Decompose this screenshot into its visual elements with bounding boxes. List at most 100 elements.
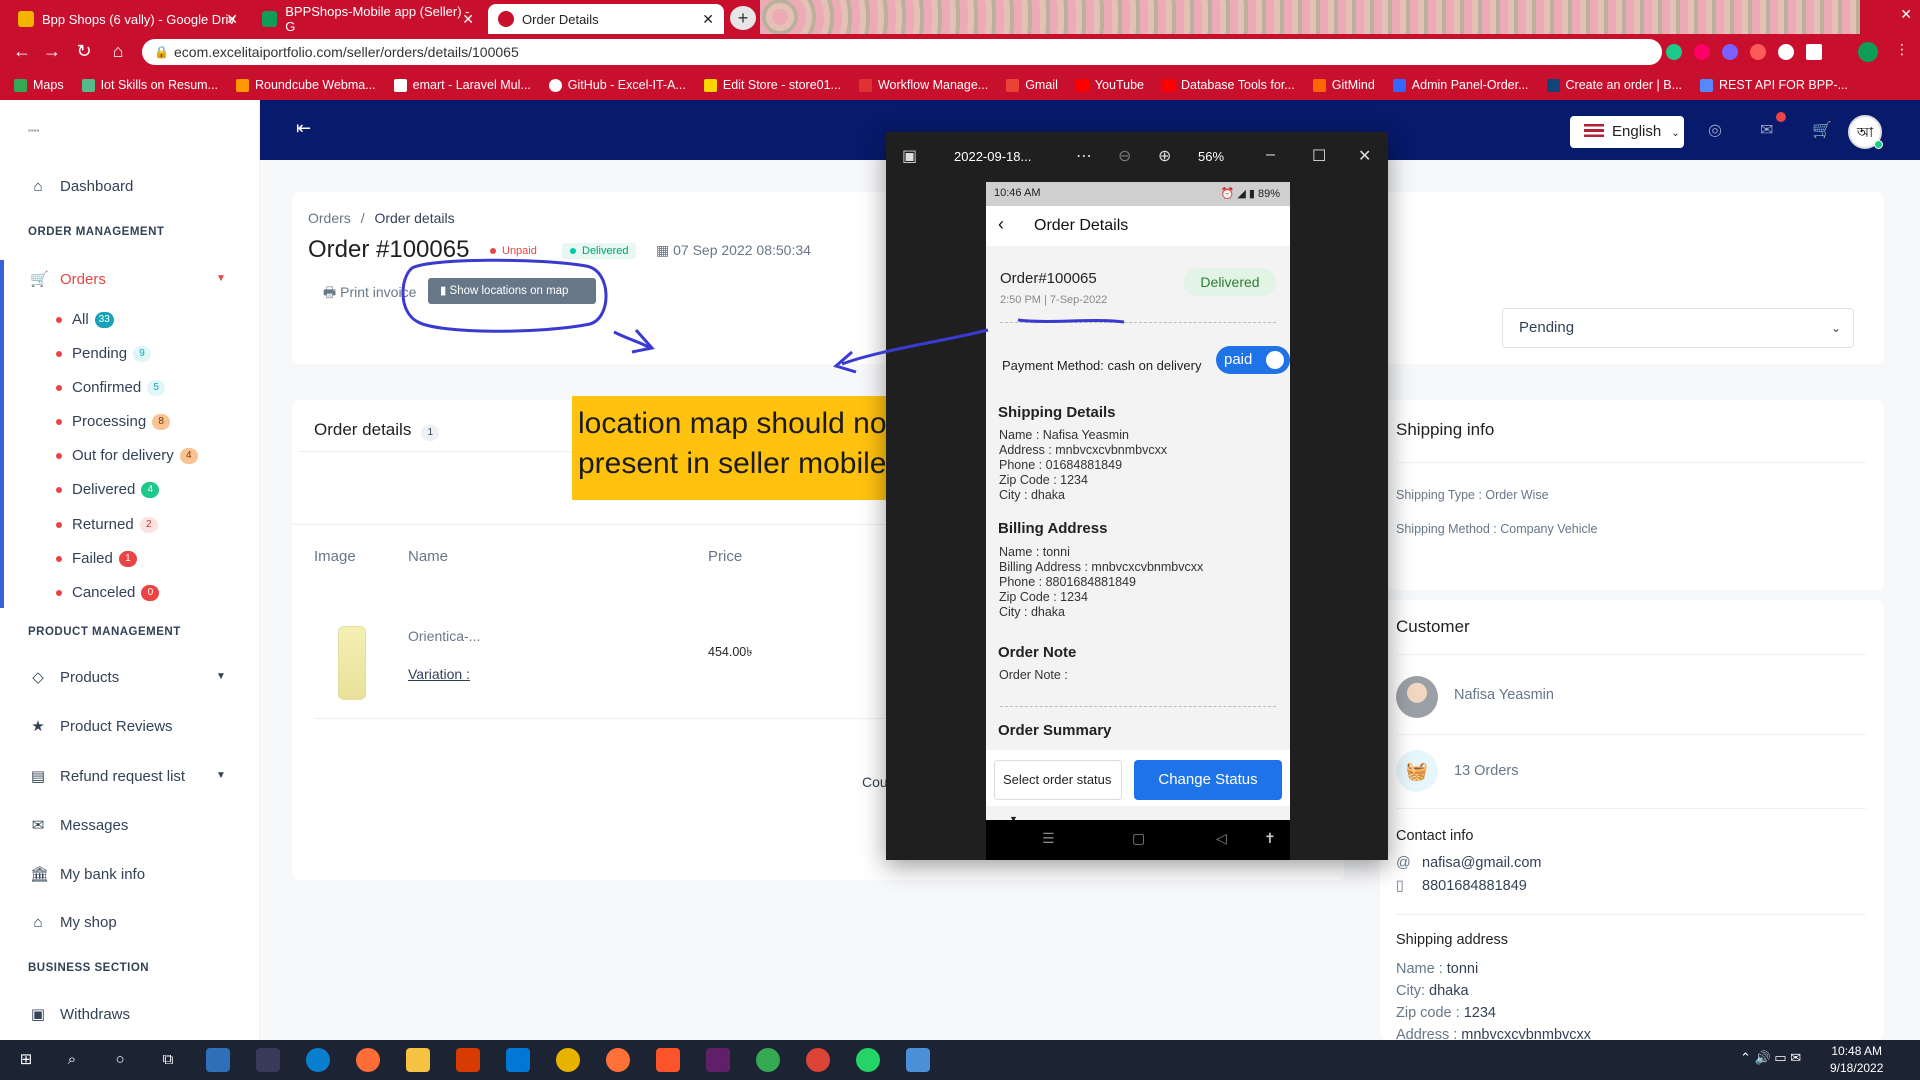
bookmark-item[interactable]: Edit Store - store01... — [703, 78, 841, 92]
paid-toggle[interactable]: paid — [1216, 346, 1290, 374]
sidebar-item-delivered[interactable]: Delivered 4 — [56, 481, 160, 498]
firefox-icon[interactable] — [606, 1048, 630, 1072]
photos-icon[interactable] — [906, 1048, 930, 1072]
chevron-down-icon[interactable]: ▼ — [216, 671, 226, 682]
globe-icon[interactable]: ◎ — [1708, 120, 1722, 140]
bookmark-item[interactable]: Gmail — [1006, 78, 1058, 92]
bookmark-item[interactable]: Database Tools for... — [1161, 78, 1295, 92]
sidebar-item-failed[interactable]: Failed 1 — [56, 550, 137, 567]
change-status-button[interactable]: Change Status — [1134, 760, 1282, 800]
sidebar-item-dashboard[interactable]: ⌂ Dashboard — [30, 178, 133, 195]
bookmark-item[interactable]: YouTube — [1075, 78, 1144, 92]
back-icon[interactable]: ← — [10, 41, 34, 62]
system-tray[interactable]: ⌃ 🔊 ▭ ✉ — [1740, 1050, 1801, 1066]
print-invoice-link[interactable]: 🖶 Print invoice — [323, 282, 416, 306]
profile-avatar-icon[interactable] — [1858, 42, 1878, 62]
task-view-icon[interactable]: ⧉ — [156, 1048, 180, 1072]
chrome-profile-icon[interactable] — [756, 1048, 780, 1072]
app-icon[interactable] — [206, 1048, 230, 1072]
sidebar-item-out-for-delivery[interactable]: Out for delivery 4 — [56, 447, 198, 464]
bookmark-item[interactable]: Create an order | B... — [1546, 78, 1682, 92]
envelope-icon[interactable]: ✉ — [1760, 120, 1773, 140]
extension-icon[interactable] — [1750, 44, 1766, 60]
chevron-down-icon[interactable]: ▼ — [216, 273, 226, 284]
sidebar-item-pending[interactable]: Pending 9 — [56, 345, 152, 362]
browser-tab-drive[interactable]: Bpp Shops (6 vally) - Google Driv ✕ — [8, 4, 248, 34]
chrome-profile-icon[interactable] — [806, 1048, 830, 1072]
maximize-icon[interactable]: ☐ — [1312, 146, 1326, 166]
puzzle-extensions-icon[interactable] — [1778, 44, 1794, 60]
more-menu-icon[interactable]: ⋮ — [1890, 41, 1914, 58]
bookmark-item[interactable]: Workflow Manage... — [858, 78, 988, 92]
accessibility-icon[interactable]: ✝ — [1264, 830, 1276, 847]
new-tab-button[interactable]: + — [730, 6, 756, 30]
bookmark-item[interactable]: Iot Skills on Resum... — [81, 78, 218, 92]
customer-name[interactable]: Nafisa Yeasmin — [1454, 687, 1554, 703]
phone-status-select[interactable]: Select order status ▼ — [994, 760, 1122, 824]
reload-icon[interactable]: ↻ — [72, 41, 96, 62]
edge-icon[interactable] — [306, 1048, 330, 1072]
window-close-icon[interactable]: ✕ — [1900, 6, 1912, 23]
brave-icon[interactable] — [656, 1048, 680, 1072]
browser-tab-sheets[interactable]: BPPShops-Mobile app (Seller) - G ✕ — [252, 4, 484, 34]
url-input[interactable]: 🔒 ecom.excelitaiportfolio.com/seller/ord… — [142, 39, 1662, 65]
breadcrumb-orders-link[interactable]: Orders — [308, 210, 351, 226]
cart-icon[interactable]: 🛒 — [1812, 120, 1832, 140]
chrome-icon[interactable] — [556, 1048, 580, 1072]
close-icon[interactable]: ✕ — [1358, 146, 1371, 166]
sidebar-item-orders[interactable]: 🛒 Orders — [30, 270, 106, 289]
sidebar-item-shop[interactable]: ⌂ My shop — [30, 914, 116, 931]
sidebar-item-product-reviews[interactable]: ★ Product Reviews — [30, 717, 172, 736]
extension-icon[interactable] — [1722, 44, 1738, 60]
sidebar-item-messages[interactable]: ✉ Messages — [30, 816, 129, 835]
language-dropdown[interactable]: English ⌄ — [1570, 116, 1684, 148]
zoom-out-icon[interactable]: ⊖ — [1118, 146, 1131, 166]
recent-apps-icon[interactable]: ☰ — [1042, 830, 1055, 847]
collapse-sidebar-icon[interactable]: ⇤ — [296, 118, 311, 139]
extension-icon[interactable] — [1694, 44, 1710, 60]
bookmark-maps[interactable]: Maps — [14, 78, 64, 92]
sidebar-item-refund[interactable]: ▤ Refund request list — [30, 767, 185, 786]
windows-start-icon[interactable]: ⊞ — [14, 1048, 38, 1072]
slack-icon[interactable] — [706, 1048, 730, 1072]
home-icon[interactable]: ⌂ — [106, 41, 130, 62]
search-icon[interactable]: ⌕ — [60, 1048, 84, 1072]
postman-icon[interactable] — [356, 1048, 380, 1072]
bookmark-item[interactable]: GitHub - Excel-IT-A... — [548, 78, 686, 92]
back-triangle-icon[interactable]: ◁ — [1216, 830, 1227, 847]
sidebar-item-withdraws[interactable]: ▣ Withdraws — [30, 1005, 130, 1024]
file-explorer-icon[interactable] — [406, 1048, 430, 1072]
sidebar-item-processing[interactable]: Processing 8 — [56, 413, 171, 430]
bookmark-item[interactable]: GitMind — [1312, 78, 1375, 92]
sidebar-item-products[interactable]: ◇ Products — [30, 668, 119, 687]
home-button-icon[interactable]: ▢ — [1132, 830, 1145, 847]
bookmark-item[interactable]: emart - Laravel Mul... — [393, 78, 531, 92]
grammarly-extension-icon[interactable] — [1666, 44, 1682, 60]
order-status-select[interactable]: Pending ⌄ — [1502, 308, 1854, 348]
bookmark-item[interactable]: REST API FOR BPP-... — [1700, 78, 1848, 92]
sidebar-item-confirmed[interactable]: Confirmed 5 — [56, 379, 166, 396]
bookmark-item[interactable]: Admin Panel-Order... — [1392, 78, 1529, 92]
app-icon[interactable] — [256, 1048, 280, 1072]
taskbar-clock[interactable]: 10:48 AM 9/18/2022 — [1830, 1043, 1883, 1077]
bookmark-item[interactable]: Roundcube Webma... — [235, 78, 376, 92]
forward-icon[interactable]: → — [40, 41, 64, 62]
vscode-icon[interactable] — [506, 1048, 530, 1072]
sidebar-item-bank[interactable]: 🏛 My bank info — [30, 865, 145, 884]
back-arrow-icon[interactable]: ‹ — [998, 214, 1004, 235]
sidebar-toggle-icon[interactable] — [1806, 44, 1822, 60]
sidebar-item-all[interactable]: All 33 — [56, 311, 114, 328]
close-icon[interactable]: ✕ — [226, 11, 238, 28]
more-options-icon[interactable]: ⋯ — [1076, 146, 1092, 166]
sidebar-item-canceled[interactable]: Canceled 0 — [56, 584, 160, 601]
sidebar-item-returned[interactable]: Returned 2 — [56, 516, 158, 533]
close-icon[interactable]: ✕ — [462, 11, 474, 28]
image-icon[interactable]: ▣ — [902, 146, 917, 166]
chevron-down-icon[interactable]: ▼ — [216, 770, 226, 781]
cortana-icon[interactable]: ○ — [108, 1048, 132, 1072]
browser-tab-order-details[interactable]: Order Details ✕ — [488, 4, 724, 34]
minimize-icon[interactable]: – — [1266, 146, 1275, 164]
whatsapp-icon[interactable] — [856, 1048, 880, 1072]
close-icon[interactable]: ✕ — [702, 11, 714, 28]
office-icon[interactable] — [456, 1048, 480, 1072]
